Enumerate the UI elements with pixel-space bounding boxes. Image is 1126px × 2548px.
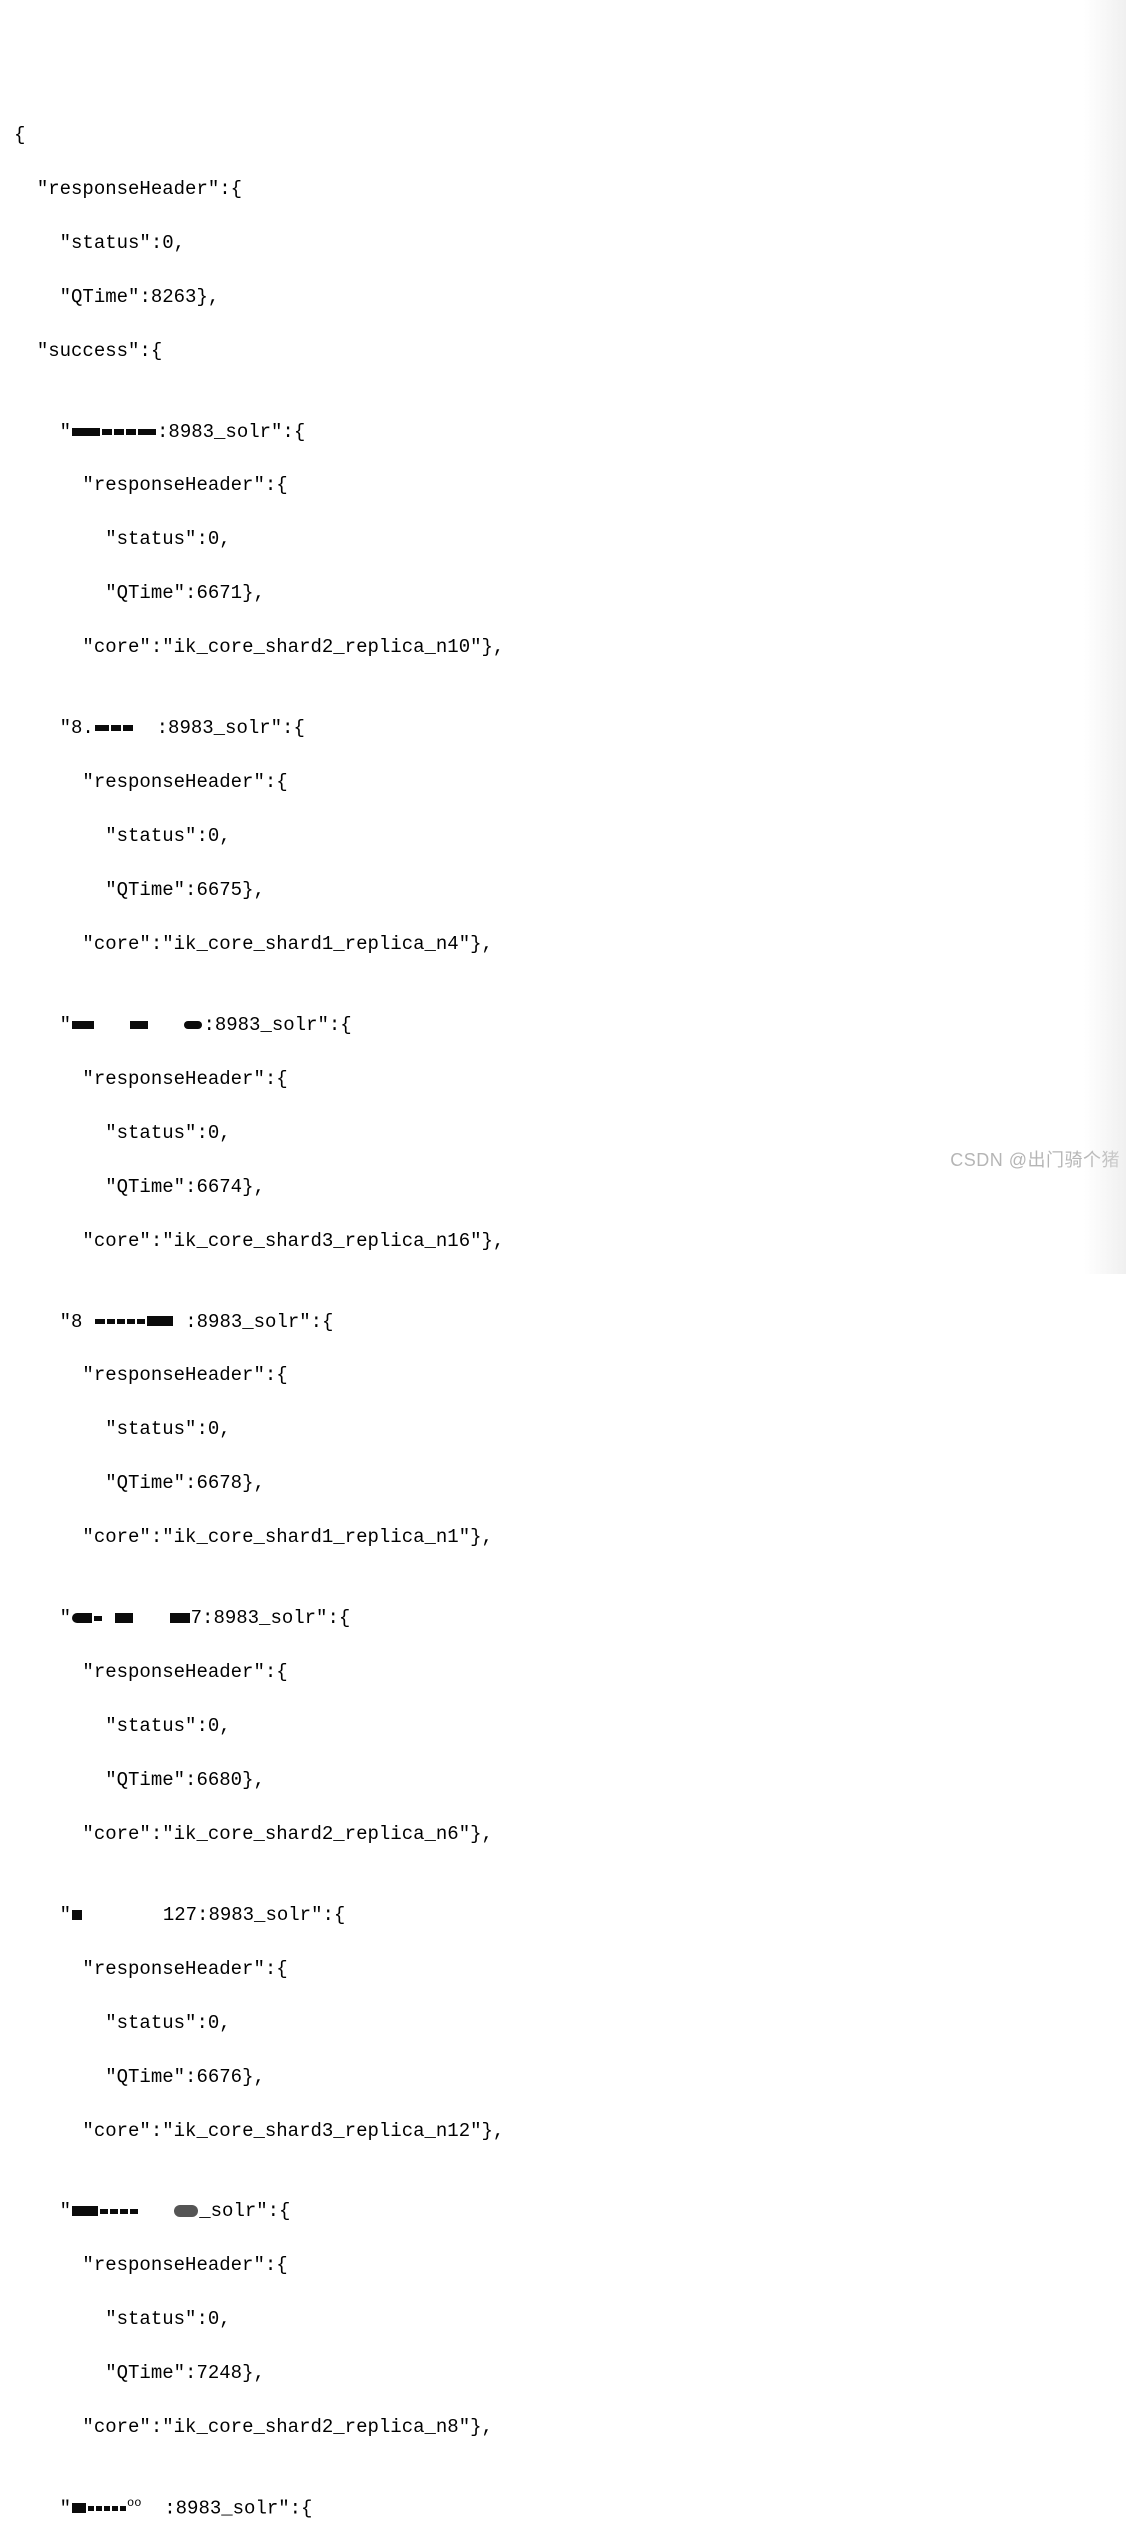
- watermark: CSDN @出门骑个猪: [950, 1148, 1120, 1174]
- node-core: "core":"ik_core_shard3_replica_n16"},: [14, 1228, 1126, 1255]
- node-rh-open: "responseHeader":{: [14, 769, 1126, 796]
- brace-open: {: [14, 122, 1126, 149]
- node-qtime: "QTime":6671},: [14, 580, 1126, 607]
- node-address: " _solr":{: [14, 2198, 1126, 2225]
- node-qtime: "QTime":7248},: [14, 2360, 1126, 2387]
- node-qtime: "QTime":6680},: [14, 1767, 1126, 1794]
- node-address: " 7:8983_solr":{: [14, 1605, 1126, 1632]
- node-status: "status":0,: [14, 1713, 1126, 1740]
- node-core: "core":"ik_core_shard1_replica_n1"},: [14, 1524, 1126, 1551]
- node-status: "status":0,: [14, 2306, 1126, 2333]
- node-status: "status":0,: [14, 823, 1126, 850]
- node-rh-open: "responseHeader":{: [14, 1362, 1126, 1389]
- node-address: " :8983_solr":{: [14, 1012, 1126, 1039]
- node-qtime: "QTime":6676},: [14, 2064, 1126, 2091]
- rh-status-line: "status":0,: [14, 230, 1126, 257]
- node-core: "core":"ik_core_shard2_replica_n8"},: [14, 2414, 1126, 2441]
- rh-qtime-line: "QTime":8263},: [14, 284, 1126, 311]
- node-core: "core":"ik_core_shard3_replica_n12"},: [14, 2118, 1126, 2145]
- node-core: "core":"ik_core_shard2_replica_n10"},: [14, 634, 1126, 661]
- redacted-ip: [72, 2503, 86, 2513]
- node-status: "status":0,: [14, 1416, 1126, 1443]
- redacted-ip: [72, 1613, 92, 1623]
- redacted-ip: [95, 1319, 105, 1324]
- success-key: "success":{: [14, 338, 1126, 365]
- redacted-ip: [72, 428, 100, 436]
- node-address: "oo :8983_solr":{: [14, 2495, 1126, 2522]
- node-qtime: "QTime":6674},: [14, 1174, 1126, 1201]
- node-rh-open: "responseHeader":{: [14, 472, 1126, 499]
- node-address: ":8983_solr":{: [14, 419, 1126, 446]
- node-address: "8 :8983_solr":{: [14, 1309, 1126, 1336]
- node-core: "core":"ik_core_shard2_replica_n6"},: [14, 1821, 1126, 1848]
- node-qtime: "QTime":6678},: [14, 1470, 1126, 1497]
- node-status: "status":0,: [14, 1120, 1126, 1147]
- redacted-ip: [72, 2206, 98, 2216]
- redacted-ip: [72, 1910, 82, 1920]
- redacted-ip: [95, 725, 109, 731]
- node-address: "8. :8983_solr":{: [14, 715, 1126, 742]
- node-address: " 127:8983_solr":{: [14, 1902, 1126, 1929]
- redacted-ip: [72, 1021, 94, 1029]
- node-status: "status":0,: [14, 2010, 1126, 2037]
- node-rh-open: "responseHeader":{: [14, 1066, 1126, 1093]
- node-qtime: "QTime":6675},: [14, 877, 1126, 904]
- node-rh-open: "responseHeader":{: [14, 1956, 1126, 1983]
- response-header-key: "responseHeader":{: [14, 176, 1126, 203]
- node-rh-open: "responseHeader":{: [14, 1659, 1126, 1686]
- node-status: "status":0,: [14, 526, 1126, 553]
- node-core: "core":"ik_core_shard1_replica_n4"},: [14, 931, 1126, 958]
- node-rh-open: "responseHeader":{: [14, 2252, 1126, 2279]
